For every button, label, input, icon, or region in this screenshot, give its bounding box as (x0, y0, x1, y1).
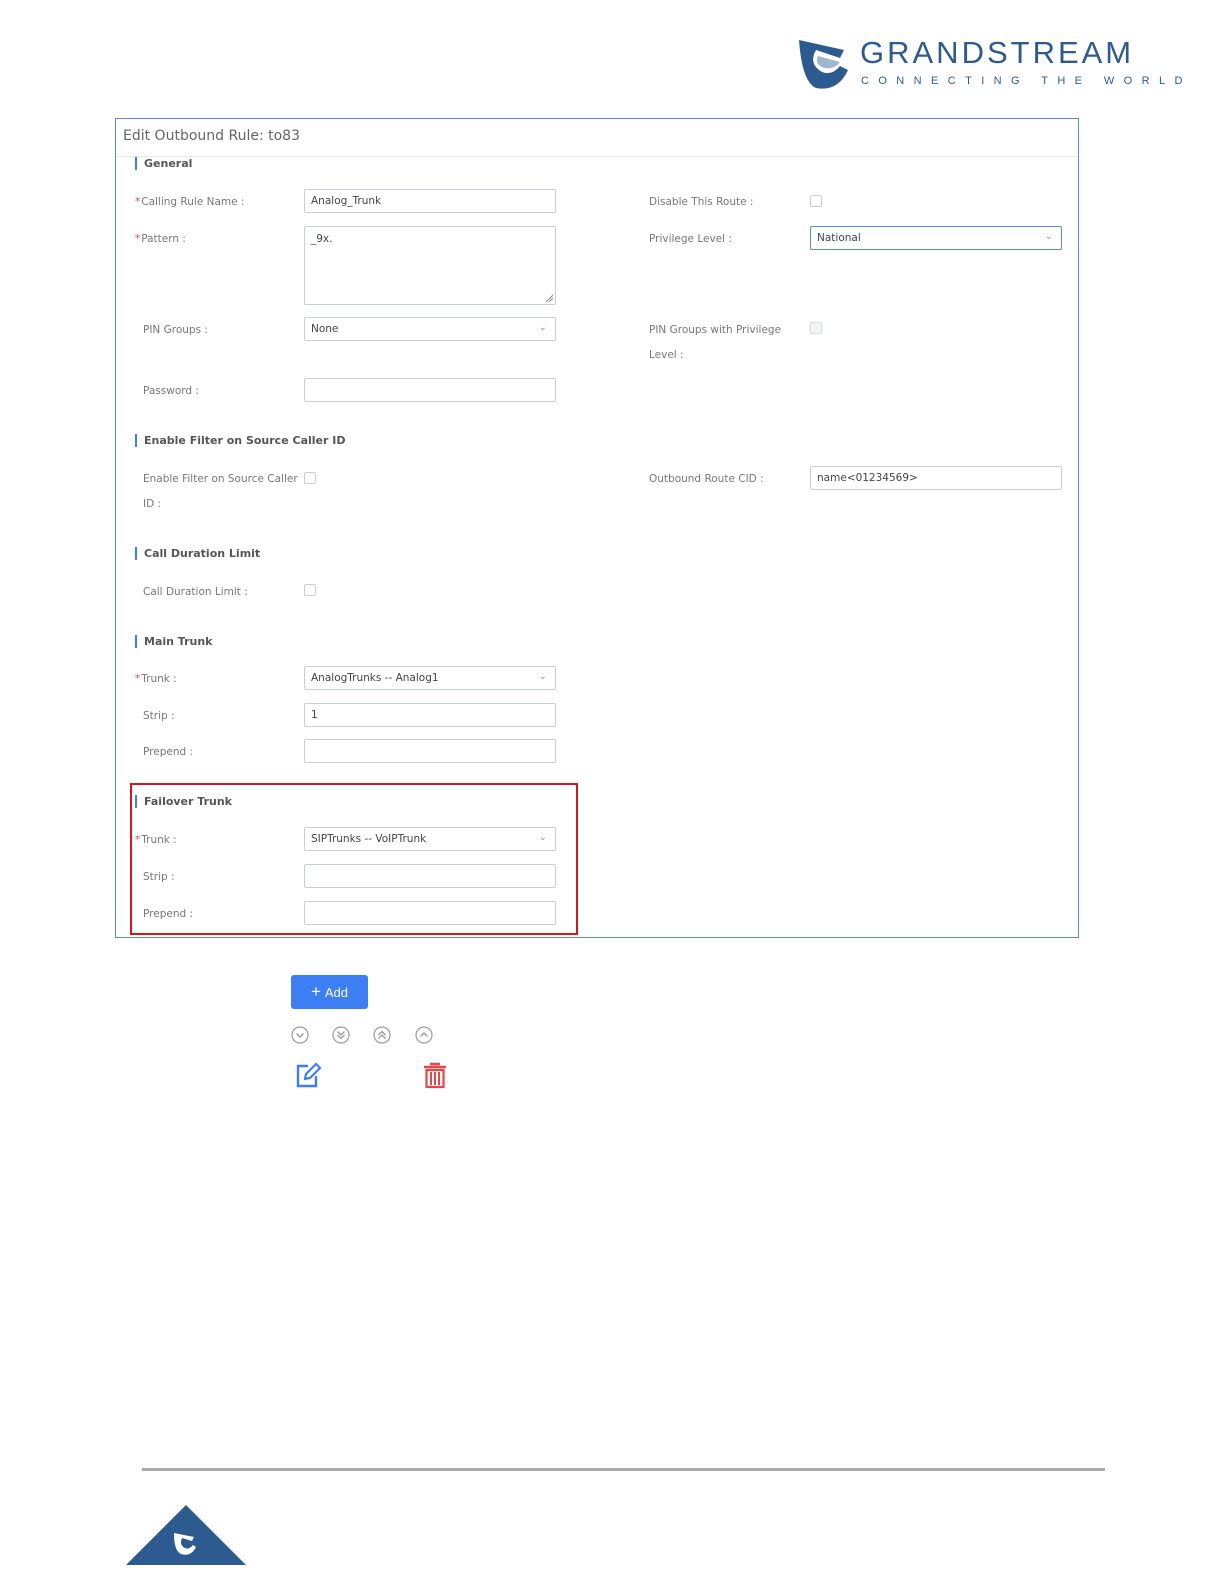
dialog-title: Edit Outbound Rule: to83 (123, 128, 300, 144)
dialog-divider (116, 156, 1078, 157)
move-bottom-icon[interactable] (332, 1026, 350, 1044)
privilege-level-select[interactable]: National ⌄ (810, 226, 1062, 250)
pattern-value: _9x. (311, 233, 333, 245)
password-label: Password : (143, 385, 199, 397)
pin-groups-label: PIN Groups : (143, 324, 208, 336)
brand-tagline: CONNECTING THE WORLD (861, 75, 1192, 87)
main-trunk-select[interactable]: AnalogTrunks -- Analog1 ⌄ (304, 666, 556, 690)
privilege-level-label: Privilege Level : (649, 233, 732, 245)
calling-rule-name-label: *Calling Rule Name : (135, 195, 244, 209)
failover-trunk-highlight-box (130, 783, 578, 935)
chevron-down-icon: ⌄ (538, 671, 547, 682)
main-strip-label: Strip : (143, 710, 175, 722)
main-strip-input[interactable]: 1 (304, 703, 556, 727)
disable-route-checkbox[interactable] (810, 195, 822, 207)
section-call-duration-limit: Call Duration Limit (135, 547, 260, 560)
main-trunk-label-text: Trunk : (141, 673, 177, 685)
main-prepend-input[interactable] (304, 739, 556, 763)
pin-groups-privilege-label-line1: PIN Groups with Privilege (649, 324, 782, 336)
enable-filter-label-line1: Enable Filter on Source Caller (143, 473, 298, 485)
outbound-route-cid-label: Outbound Route CID : (649, 473, 764, 485)
enable-filter-label-line2: ID : (143, 498, 162, 510)
calling-rule-name-input[interactable]: Analog_Trunk (304, 189, 556, 213)
footer-divider (142, 1468, 1105, 1471)
pattern-textarea[interactable]: _9x. (304, 226, 556, 305)
call-duration-limit-label: Call Duration Limit : (143, 586, 248, 598)
section-filter-source-caller-id: Enable Filter on Source Caller ID (135, 434, 345, 447)
privilege-level-value: National (817, 232, 861, 244)
pin-groups-select[interactable]: None ⌄ (304, 317, 556, 341)
brand-name: GRANDSTREAM (860, 35, 1135, 70)
resize-handle-icon[interactable] (545, 294, 553, 302)
pin-groups-privilege-checkbox[interactable] (810, 322, 822, 334)
pin-groups-privilege-label-line2: Level : (649, 349, 684, 361)
section-general: General (135, 157, 192, 170)
enable-filter-checkbox[interactable] (304, 472, 316, 484)
grandstream-logo-mark (799, 40, 848, 89)
plus-icon: + (310, 982, 321, 1001)
add-button-label: Add (324, 985, 349, 1000)
enable-filter-label: Enable Filter on Source Caller ID : (143, 472, 298, 511)
chevron-down-icon: ⌄ (538, 322, 547, 333)
edit-icon[interactable] (294, 1061, 322, 1089)
move-down-icon[interactable] (291, 1026, 309, 1044)
main-trunk-value: AnalogTrunks -- Analog1 (311, 672, 439, 684)
required-marker: * (135, 673, 141, 685)
pin-groups-value: None (311, 323, 339, 335)
outbound-route-cid-input[interactable]: name<01234569> (810, 466, 1062, 490)
required-marker: * (135, 233, 141, 245)
pin-groups-privilege-label: PIN Groups with Privilege Level : (649, 323, 781, 362)
required-marker: * (135, 196, 141, 208)
footer-logo-triangle (126, 1505, 246, 1565)
calling-rule-name-label-text: Calling Rule Name : (141, 196, 245, 208)
move-up-icon[interactable] (415, 1026, 433, 1044)
call-duration-limit-checkbox[interactable] (304, 584, 316, 596)
section-main-trunk: Main Trunk (135, 635, 213, 648)
password-input[interactable] (304, 378, 556, 402)
disable-route-label: Disable This Route : (649, 196, 754, 208)
chevron-down-icon: ⌄ (1044, 231, 1053, 242)
add-button[interactable]: + Add (291, 975, 368, 1009)
pattern-label: *Pattern : (135, 232, 186, 246)
delete-icon[interactable] (421, 1061, 449, 1089)
pattern-label-text: Pattern : (141, 233, 186, 245)
main-prepend-label: Prepend : (143, 746, 194, 758)
main-trunk-label: *Trunk : (135, 672, 177, 686)
move-top-icon[interactable] (373, 1026, 391, 1044)
